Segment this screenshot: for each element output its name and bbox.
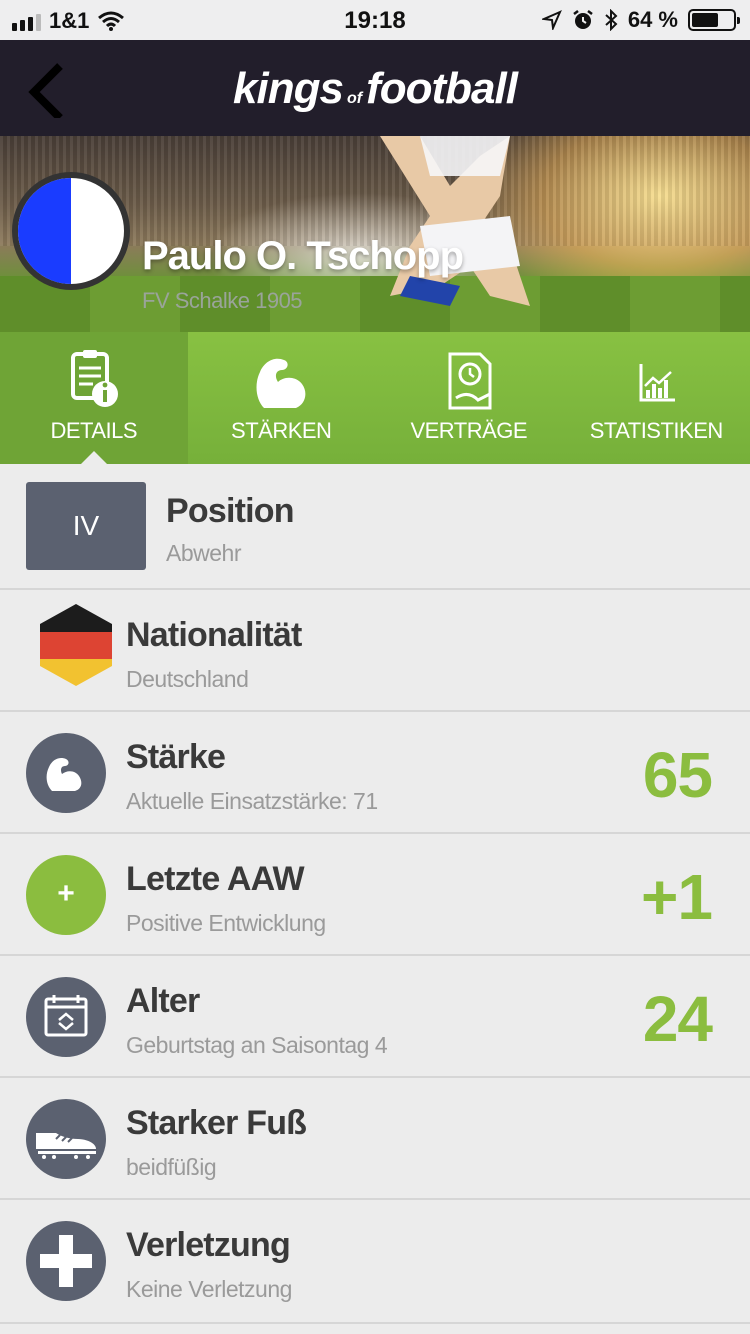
item-title: Letzte AAW: [126, 860, 305, 898]
tab-label: STATISTIKEN: [589, 418, 724, 443]
tab-vertraege[interactable]: VERTRÄGE: [375, 332, 563, 464]
strength-value: 65: [642, 739, 713, 811]
age-icon-circle: [26, 977, 106, 1057]
details-list: IV Position Abwehr Nationalität Deutschl…: [0, 464, 750, 1324]
item-subtitle: Positive Entwicklung: [126, 910, 326, 936]
tab-label: VERTRÄGE: [410, 418, 528, 443]
status-right: 64 %: [541, 7, 740, 33]
muscle-icon: [256, 358, 306, 408]
bluetooth-icon: [605, 9, 618, 31]
list-item-injury: Verletzung Keine Verletzung: [0, 1200, 750, 1324]
item-subtitle: Keine Verletzung: [126, 1276, 292, 1302]
app-logo: kings offootball: [0, 64, 750, 114]
list-item-age: Alter Geburtstag an Saisontag 4 24: [0, 956, 750, 1078]
list-item-last-aaw: + Letzte AAW Positive Entwicklung +1: [0, 834, 750, 956]
contract-icon: [448, 352, 492, 410]
tab-details[interactable]: DETAILS: [0, 332, 188, 465]
list-item-strength: Stärke Aktuelle Einsatzstärke: 71 65: [0, 712, 750, 834]
details-icon: [70, 350, 118, 407]
item-title: Position: [166, 492, 295, 530]
age-value: 24: [642, 983, 713, 1055]
tab-statistiken[interactable]: STATISTIKEN: [563, 332, 750, 464]
status-bar: 1&1 19:18 64 %: [0, 0, 750, 40]
list-item-strong-foot: Starker Fuß beidfüßig: [0, 1078, 750, 1200]
location-icon: [541, 10, 562, 30]
medical-cross-icon: [40, 1235, 92, 1287]
germany-flag-icon: [40, 604, 112, 686]
item-title: Nationalität: [126, 616, 302, 654]
muscle-icon: [46, 757, 82, 791]
logo-football: football: [366, 64, 518, 113]
club-name: FV Schalke 1905: [142, 288, 303, 313]
active-tab-pointer: [79, 451, 108, 465]
item-subtitle: Abwehr: [166, 540, 241, 566]
tab-bar: DETAILS STÄRKEN VERTRÄGE STATISTIKEN: [0, 332, 750, 465]
alarm-icon: [573, 10, 593, 29]
item-subtitle: Aktuelle Einsatzstärke: 71: [126, 788, 378, 814]
plus-glyph: +: [57, 877, 75, 910]
list-item-nationality: Nationalität Deutschland: [0, 590, 750, 712]
statistics-icon: [639, 364, 676, 402]
injury-icon-circle: [26, 1221, 106, 1301]
item-title: Stärke: [126, 738, 226, 776]
tab-label: STÄRKEN: [231, 418, 332, 443]
item-title: Verletzung: [126, 1226, 291, 1264]
player-name: Paulo O. Tschopp: [142, 234, 464, 278]
strength-icon-circle: [26, 733, 106, 813]
item-subtitle: beidfüßig: [126, 1154, 217, 1180]
foot-icon-circle: [26, 1099, 106, 1179]
club-badge: [12, 172, 130, 290]
nav-bar: kings offootball: [0, 40, 750, 136]
tab-staerken[interactable]: STÄRKEN: [188, 332, 376, 464]
calendar-icon: [44, 995, 88, 1037]
football-boot-icon: [36, 1133, 96, 1159]
item-subtitle: Geburtstag an Saisontag 4: [126, 1032, 388, 1058]
logo-kings: kings: [233, 64, 344, 113]
item-title: Alter: [126, 982, 200, 1020]
battery-percent: 64 %: [627, 7, 678, 32]
battery-icon: [688, 9, 740, 31]
item-title: Starker Fuß: [126, 1104, 307, 1142]
plus-icon: +: [26, 855, 106, 935]
item-subtitle: Deutschland: [126, 666, 249, 692]
logo-of: of: [346, 90, 363, 107]
list-item-position: IV Position Abwehr: [0, 464, 750, 590]
aaw-value: +1: [641, 861, 713, 933]
tab-label: DETAILS: [50, 418, 138, 443]
position-badge: IV: [26, 482, 146, 570]
